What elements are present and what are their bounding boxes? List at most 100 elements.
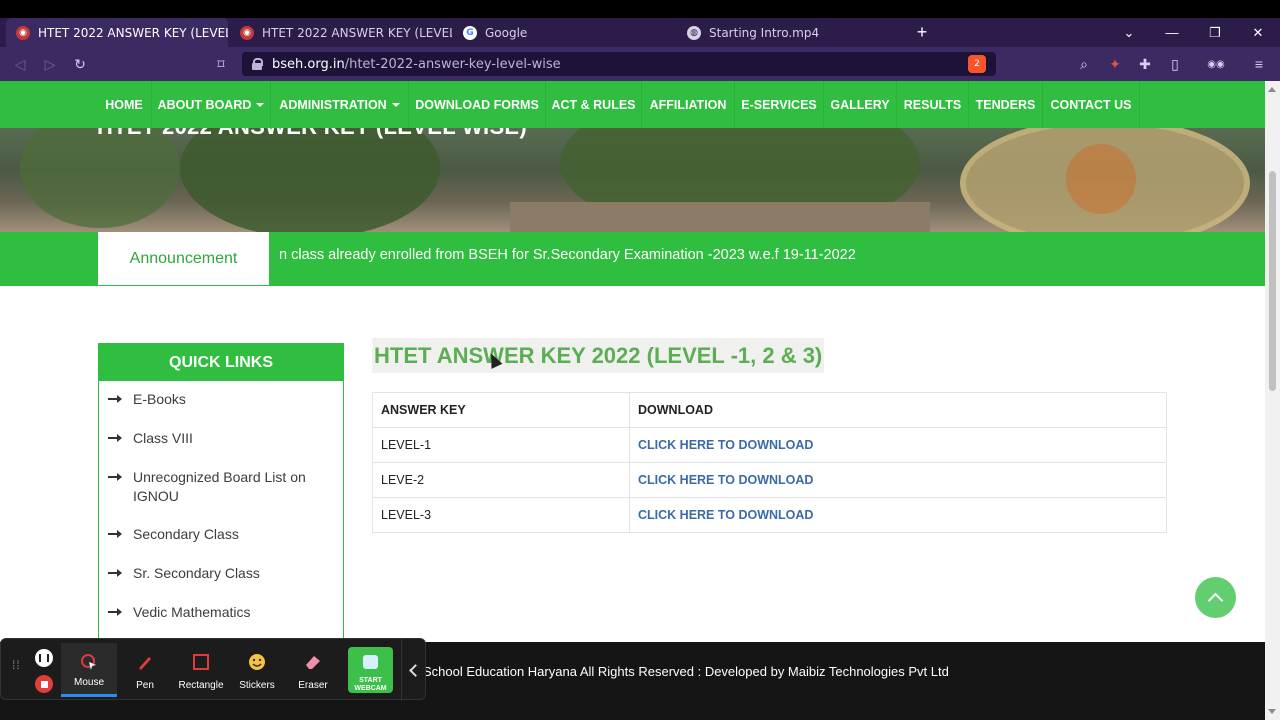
back-icon[interactable]: ◁ — [10, 54, 30, 74]
browser-tab-strip: ◉ HTET 2022 ANSWER KEY (LEVEL W ✕ ◉ HTET… — [0, 0, 1280, 47]
nav-results[interactable]: RESULTS — [897, 81, 969, 128]
download-link[interactable]: CLICK HERE TO DOWNLOAD — [629, 462, 1167, 498]
announcement-ticker[interactable]: n class already enrolled from BSEH for S… — [279, 247, 856, 263]
download-link[interactable]: CLICK HERE TO DOWNLOAD — [629, 427, 1167, 463]
table-row: LEVEL-1 CLICK HERE TO DOWNLOAD — [372, 427, 1167, 463]
nav-label: GALLERY — [830, 97, 890, 112]
main-nav: HOME ABOUT BOARD ADMINISTRATION DOWNLOAD… — [0, 81, 1265, 128]
glasses-icon[interactable]: ◉◉ — [1202, 54, 1230, 74]
quick-link-label: Class VIII — [133, 430, 193, 446]
scroll-up-icon[interactable] — [1268, 87, 1276, 92]
nav-about-board[interactable]: ABOUT BOARD — [152, 81, 271, 128]
nav-label: E-SERVICES — [741, 97, 817, 112]
quick-link-label: Vedic Mathematics — [133, 604, 251, 620]
nav-label: DOWNLOAD FORMS — [415, 97, 539, 112]
window-close-icon[interactable]: ✕ — [1238, 18, 1278, 47]
board-seal-logo — [960, 128, 1250, 232]
quick-link-item[interactable]: Unrecognized Board List on IGNOU — [99, 468, 343, 506]
arrow-right-icon — [108, 530, 122, 538]
pause-button[interactable] — [35, 649, 53, 667]
quick-link-label: Secondary Class — [133, 526, 239, 542]
quick-link-item[interactable]: Sr. Secondary Class — [99, 564, 343, 583]
footer-copyright: School Education Haryana All Rights Rese… — [423, 664, 949, 679]
eraser-tool-button[interactable]: Eraser — [285, 643, 341, 697]
menu-icon[interactable]: ≡ — [1249, 54, 1269, 74]
scroll-to-top-button[interactable] — [1195, 577, 1236, 618]
site-favicon-icon: ◉ — [240, 25, 254, 40]
quick-link-item[interactable]: Secondary Class — [99, 525, 343, 544]
hero-title: HTET 2022 ANSWER KEY (LEVEL WISE) — [97, 128, 527, 140]
forward-icon[interactable]: ▷ — [40, 54, 60, 74]
nav-contact-us[interactable]: CONTACT US — [1043, 81, 1140, 128]
pen-tool-button[interactable]: Pen — [117, 643, 173, 697]
hero-banner: HTET 2022 ANSWER KEY (LEVEL WISE) — [0, 128, 1265, 232]
mouse-tool-button[interactable]: Mouse — [61, 643, 117, 697]
rectangle-icon — [193, 654, 209, 670]
table-row: LEVE-2 CLICK HERE TO DOWNLOAD — [372, 462, 1167, 498]
extension-icon[interactable]: ✦ — [1105, 54, 1125, 74]
nav-label: HOME — [105, 97, 143, 112]
scrollbar-thumb[interactable] — [1269, 171, 1276, 391]
stickers-tool-button[interactable]: Stickers — [229, 643, 285, 697]
tool-label: Pen — [136, 680, 154, 691]
nav-gallery[interactable]: GALLERY — [824, 81, 897, 128]
sticker-icon — [249, 654, 265, 670]
nav-tenders[interactable]: TENDERS — [969, 81, 1043, 128]
restore-icon[interactable]: ❐ — [1195, 18, 1235, 47]
nav-affiliation[interactable]: AFFILIATION — [642, 81, 735, 128]
hero-tree-image — [180, 128, 440, 232]
quick-link-label: Sr. Secondary Class — [133, 565, 260, 581]
browser-tab-active[interactable]: ◉ HTET 2022 ANSWER KEY (LEVEL W ✕ — [6, 18, 228, 47]
brave-shield-icon[interactable]: 2 — [968, 55, 986, 73]
collapse-chevron-icon[interactable] — [401, 639, 425, 701]
tab-search-icon[interactable]: ⌄ — [1109, 18, 1149, 47]
scroll-down-icon[interactable] — [1268, 709, 1276, 714]
nav-label: ABOUT BOARD — [157, 97, 252, 112]
level-cell: LEVE-2 — [372, 462, 630, 498]
hero-tree-image — [20, 128, 180, 228]
nav-label: ADMINISTRATION — [279, 97, 387, 112]
quick-links-panel: QUICK LINKS E-Books Class VIII Unrecogni… — [98, 343, 344, 653]
nav-administration[interactable]: ADMINISTRATION — [271, 81, 409, 128]
start-webcam-button[interactable]: START WEBCAM — [348, 647, 393, 693]
site-favicon-icon: ◉ — [16, 25, 30, 40]
minimize-icon[interactable]: — — [1152, 18, 1192, 47]
nav-act-rules[interactable]: ACT & RULES — [546, 81, 642, 128]
nav-download-forms[interactable]: DOWNLOAD FORMS — [409, 81, 546, 128]
stop-button[interactable] — [35, 675, 53, 693]
search-extension-icon[interactable]: ⌕ — [1074, 54, 1094, 74]
tab-title: HTET 2022 ANSWER KEY (LEVEL W — [38, 25, 228, 40]
bookmark-icon[interactable]: ⌑ — [211, 54, 231, 74]
announcement-tab: Announcement — [98, 232, 269, 285]
browser-tab[interactable]: ◍ Starting Intro.mp4 — [677, 18, 899, 47]
address-bar[interactable]: bseh.org.in/htet-2022-answer-key-level-w… — [242, 52, 996, 76]
page-title: HTET ANSWER KEY 2022 (LEVEL -1, 2 & 3) — [372, 338, 825, 373]
browser-tab[interactable]: ◉ HTET 2022 ANSWER KEY (LEVEL WISE) — [230, 18, 452, 47]
nav-home[interactable]: HOME — [97, 81, 152, 128]
new-tab-button[interactable]: + — [912, 18, 932, 47]
sidebar-icon[interactable]: ▯ — [1165, 54, 1185, 74]
nav-e-services[interactable]: E-SERVICES — [735, 81, 824, 128]
quick-link-item[interactable]: Class VIII — [99, 429, 343, 448]
reload-icon[interactable]: ↻ — [70, 54, 90, 74]
drag-handle-icon[interactable]: ⁞⁞ — [12, 659, 22, 677]
puzzle-icon[interactable]: ✚ — [1135, 54, 1155, 74]
google-favicon-icon: G — [463, 25, 477, 40]
quick-link-item[interactable]: E-Books — [99, 390, 343, 409]
pen-icon — [139, 657, 151, 670]
browser-tab[interactable]: G Google — [453, 18, 675, 47]
tool-label: Rectangle — [178, 680, 224, 691]
rectangle-tool-button[interactable]: Rectangle — [173, 643, 229, 697]
download-link[interactable]: CLICK HERE TO DOWNLOAD — [629, 497, 1167, 533]
quick-link-item[interactable]: Vedic Mathematics — [99, 603, 343, 622]
arrow-right-icon — [108, 473, 122, 481]
announcement-bar: Announcement n class already enrolled fr… — [0, 232, 1265, 286]
web-page: HOME ABOUT BOARD ADMINISTRATION DOWNLOAD… — [0, 81, 1265, 720]
tool-label: Mouse — [73, 677, 104, 688]
caret-down-icon — [256, 102, 265, 107]
quick-links-heading: QUICK LINKS — [99, 344, 343, 381]
tab-title: Google — [485, 25, 528, 40]
page-scrollbar[interactable] — [1265, 81, 1280, 720]
arrow-right-icon — [108, 395, 122, 403]
level-cell: LEVEL-3 — [372, 497, 630, 533]
